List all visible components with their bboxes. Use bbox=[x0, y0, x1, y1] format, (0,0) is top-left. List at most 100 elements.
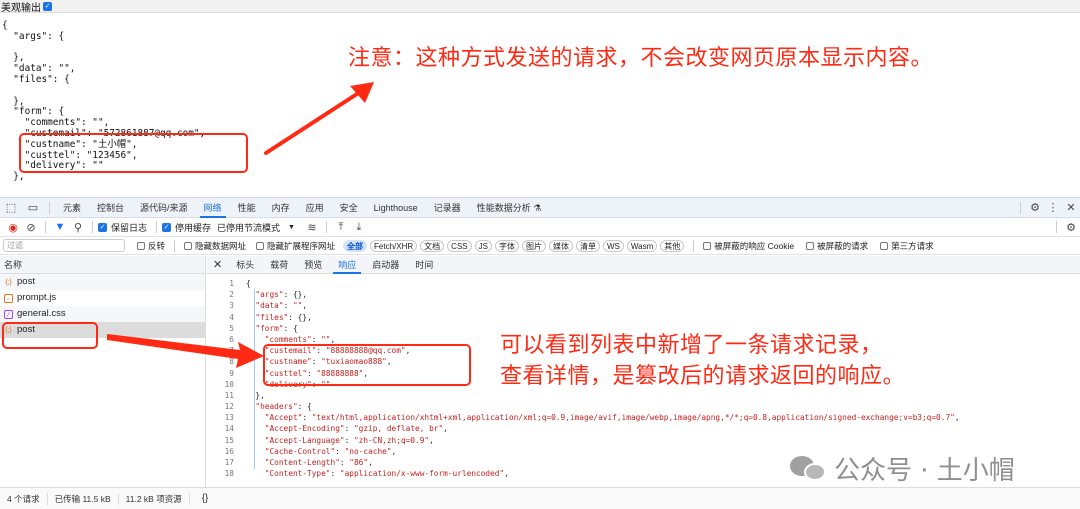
throttle-value: 已停用节流模式 bbox=[217, 222, 281, 233]
request-row[interactable]: ⁄ general.css bbox=[0, 306, 205, 322]
inspect-element-icon[interactable]: ⬚ bbox=[0, 201, 22, 214]
pretty-print-label: 美观输出 bbox=[1, 2, 41, 14]
throttle-select[interactable]: 已停用节流模式 ▼ bbox=[217, 221, 295, 234]
request-row[interactable]: ▫ prompt.js bbox=[0, 290, 205, 306]
type-filter-pill[interactable]: WS bbox=[602, 239, 624, 252]
code-text: "Cache-Control": "no-cache", bbox=[246, 446, 397, 456]
divider bbox=[1056, 221, 1057, 233]
type-filter-pill[interactable]: 媒体 bbox=[548, 239, 573, 252]
code-text: "data": "", bbox=[246, 301, 308, 311]
blocked-cookies-checkbox[interactable]: 被屏蔽的响应 Cookie bbox=[703, 240, 794, 252]
detail-tab[interactable]: 标头 bbox=[228, 256, 262, 274]
annotation-note-bottom: 可以看到列表中新增了一条请求记录， 查看详情，是篡改后的请求返回的响应。 bbox=[500, 330, 905, 392]
line-number: 11 bbox=[224, 390, 234, 400]
detail-tab[interactable]: 启动器 bbox=[364, 256, 407, 274]
request-count: 4 个请求 bbox=[0, 492, 48, 505]
code-text: }, bbox=[255, 390, 265, 400]
line-number: 3 bbox=[229, 301, 234, 311]
invert-checkbox[interactable]: 反转 bbox=[137, 240, 165, 252]
checkbox-unchecked-icon bbox=[256, 241, 265, 250]
type-filter-pill[interactable]: 其他 bbox=[660, 239, 685, 252]
raw-json-line bbox=[2, 86, 205, 97]
devtools-tab[interactable]: 应用 bbox=[298, 198, 332, 218]
request-row[interactable]: {;} post bbox=[0, 274, 205, 290]
code-text: "Content-Length": "86", bbox=[246, 458, 373, 467]
type-filter-pill[interactable]: 全部 bbox=[343, 239, 368, 252]
devtools-tab[interactable]: 记录器 bbox=[426, 198, 469, 218]
annotation-note-line2: 查看详情，是篡改后的请求返回的响应。 bbox=[500, 364, 906, 389]
type-filter-pill[interactable]: 文档 bbox=[420, 239, 445, 252]
line-number: 13 bbox=[224, 413, 234, 423]
record-stop-icon[interactable]: ◉ bbox=[4, 221, 22, 234]
checkbox-checked-icon: ✓ bbox=[98, 222, 107, 232]
hide-ext-urls-label: 隐藏扩展程序网址 bbox=[267, 240, 336, 251]
close-devtools-icon[interactable]: ✕ bbox=[1062, 201, 1080, 214]
devtools-tab[interactable]: 性能 bbox=[230, 198, 264, 218]
detail-tab[interactable]: 预览 bbox=[296, 256, 330, 274]
hide-data-urls-checkbox[interactable]: 隐藏数据网址 bbox=[184, 240, 246, 252]
network-settings-gear-icon[interactable]: ⚙ bbox=[1062, 221, 1080, 234]
wechat-icon bbox=[790, 455, 828, 482]
line-number: 4 bbox=[229, 312, 234, 322]
device-toolbar-icon[interactable]: ▭ bbox=[22, 201, 44, 214]
line-number: 10 bbox=[224, 379, 234, 389]
type-filter-pill[interactable]: Fetch/XHR bbox=[370, 239, 418, 252]
column-header-name[interactable]: 名称 bbox=[0, 256, 205, 274]
detail-tab[interactable]: 响应 bbox=[330, 256, 364, 274]
preserve-log-checkbox[interactable]: ✓ 保留日志 bbox=[98, 221, 147, 234]
code-line: 14 "Accept-Encoding": "gzip, deflate, br… bbox=[207, 423, 1080, 434]
detail-tab[interactable]: 载荷 bbox=[262, 256, 296, 274]
line-number: 1 bbox=[229, 279, 234, 288]
line-number: 9 bbox=[229, 368, 234, 378]
pretty-print-bar: 美观输出 ✓ bbox=[0, 0, 1080, 14]
type-filter-pill[interactable]: JS bbox=[474, 239, 492, 252]
code-line: 13 "Accept": "text/html,application/xhtm… bbox=[207, 412, 1080, 423]
hide-data-urls-label: 隐藏数据网址 bbox=[195, 240, 247, 251]
highlight-box-tampered-form bbox=[263, 344, 471, 386]
pretty-print-braces-icon[interactable]: {} bbox=[194, 493, 209, 504]
devtools-tab[interactable]: 控制台 bbox=[89, 198, 132, 218]
more-options-icon[interactable]: ⋮ bbox=[1044, 201, 1062, 214]
line-number: 2 bbox=[229, 290, 234, 300]
divider bbox=[49, 201, 50, 214]
checkbox-unchecked-icon bbox=[806, 241, 815, 250]
devtools-tab[interactable]: Lighthouse bbox=[366, 198, 426, 218]
blocked-requests-checkbox[interactable]: 被屏蔽的请求 bbox=[806, 240, 868, 252]
filter-input[interactable]: 过滤 bbox=[3, 239, 125, 252]
clear-log-icon[interactable]: ⊘ bbox=[22, 221, 40, 234]
transferred-size: 已传输 11.5 kB bbox=[48, 492, 119, 505]
type-filter-pill[interactable]: CSS bbox=[447, 239, 472, 252]
type-filter-pill[interactable]: Wasm bbox=[626, 239, 658, 252]
blocked-requests-label: 被屏蔽的请求 bbox=[817, 240, 869, 251]
line-number: 18 bbox=[224, 469, 234, 479]
type-filter-pill[interactable]: 字体 bbox=[494, 239, 519, 252]
line-number: 16 bbox=[224, 446, 234, 456]
divider bbox=[693, 239, 695, 252]
devtools-tab[interactable]: 安全 bbox=[332, 198, 366, 218]
hide-ext-urls-checkbox[interactable]: 隐藏扩展程序网址 bbox=[256, 240, 335, 252]
close-detail-icon[interactable]: ✕ bbox=[207, 258, 228, 271]
divider bbox=[92, 221, 93, 233]
raw-json-line: "files": { bbox=[2, 73, 70, 85]
pretty-print-checkbox[interactable]: ✓ bbox=[43, 1, 52, 11]
type-filter-pill[interactable]: 图片 bbox=[521, 239, 546, 252]
type-filter-pill[interactable]: 清单 bbox=[575, 239, 600, 252]
devtools-tab[interactable]: 内存 bbox=[264, 198, 298, 218]
disable-cache-checkbox[interactable]: ✓ 停用缓存 bbox=[162, 221, 211, 234]
settings-gear-icon[interactable]: ⚙ bbox=[1026, 201, 1044, 214]
third-party-checkbox[interactable]: 第三方请求 bbox=[880, 240, 934, 252]
devtools-tab[interactable]: 性能数据分析 ⚗ bbox=[469, 198, 550, 218]
checkbox-unchecked-icon bbox=[137, 241, 145, 250]
devtools-tab[interactable]: 源代码/来源 bbox=[132, 198, 196, 218]
search-icon[interactable]: ⚲ bbox=[69, 221, 87, 234]
divider bbox=[156, 221, 158, 233]
export-har-download-icon[interactable]: ⤓ bbox=[350, 221, 368, 234]
code-line: 3 "data": "", bbox=[207, 300, 1080, 311]
devtools-tab[interactable]: 元素 bbox=[55, 198, 89, 218]
network-conditions-wifi-icon[interactable]: ≋ bbox=[303, 221, 321, 234]
filter-funnel-icon[interactable]: ▼ bbox=[51, 221, 69, 233]
import-har-upload-icon[interactable]: ⤒ bbox=[332, 221, 350, 234]
code-text: "Accept-Language": "zh-CN,zh;q=0.9", bbox=[246, 435, 434, 445]
detail-tab[interactable]: 时间 bbox=[407, 256, 441, 274]
devtools-tab[interactable]: 网络 bbox=[196, 198, 230, 218]
